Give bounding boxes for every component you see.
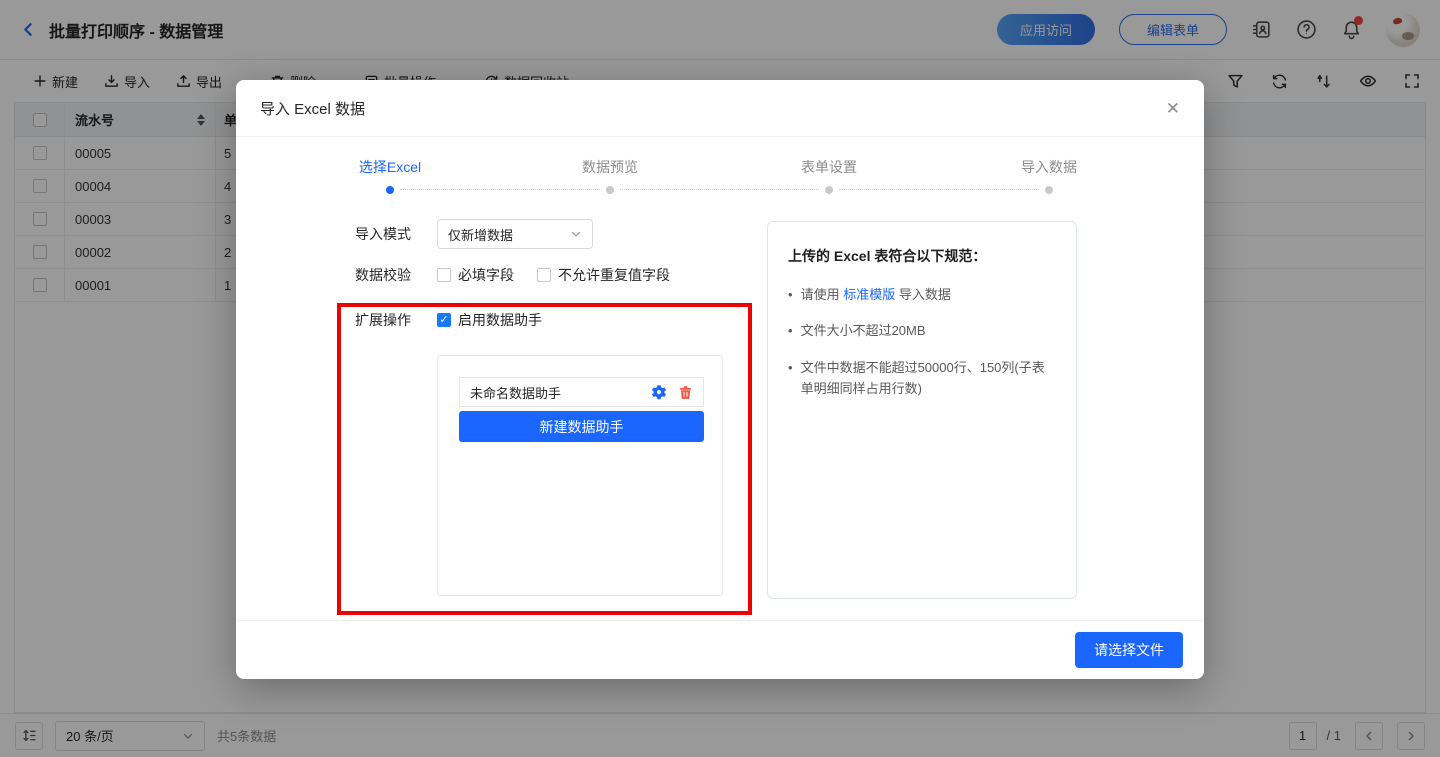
data-validation-label: 数据校验	[355, 265, 411, 285]
modal-footer: 请选择文件	[236, 620, 1204, 679]
standard-template-link[interactable]: 标准模版	[843, 287, 895, 302]
step-data-preview: 数据预览	[582, 157, 638, 177]
step-connector	[620, 189, 819, 190]
no-duplicate-checkbox[interactable]: 不允许重复值字段	[537, 265, 670, 285]
rule-item: • 文件中数据不能超过50000行、150列(子表单明细同样占用行数)	[788, 357, 1056, 400]
step-dot	[1045, 186, 1053, 194]
gear-icon[interactable]	[651, 384, 667, 400]
rule-item: • 请使用 标准模版 导入数据	[788, 284, 1056, 305]
step-connector	[839, 189, 1039, 190]
page: 批量打印顺序 - 数据管理 应用访问 编辑表单 新建 导入	[0, 0, 1440, 757]
import-excel-modal: 导入 Excel 数据 ✕ 选择Excel 数据预览 表单设置 导入数据 导入模…	[236, 80, 1204, 679]
select-file-button[interactable]: 请选择文件	[1075, 632, 1183, 668]
upload-rules-panel: 上传的 Excel 表符合以下规范： • 请使用 标准模版 导入数据 • 文件大…	[767, 221, 1077, 599]
step-connector	[400, 189, 600, 190]
assistant-name: 未命名数据助手	[470, 383, 561, 402]
rules-title: 上传的 Excel 表符合以下规范：	[788, 246, 1056, 266]
checkbox-unchecked[interactable]	[537, 268, 551, 282]
data-assistant-panel: 未命名数据助手 新建数据助手	[437, 355, 723, 596]
rule-item: • 文件大小不超过20MB	[788, 320, 1056, 341]
import-mode-label: 导入模式	[355, 219, 411, 249]
import-mode-select[interactable]: 仅新增数据	[437, 219, 593, 249]
data-assistant-item[interactable]: 未命名数据助手	[459, 377, 704, 407]
chevron-down-icon	[570, 228, 582, 240]
checkbox-checked[interactable]: ✓	[437, 313, 451, 327]
modal-header: 导入 Excel 数据 ✕	[236, 80, 1204, 137]
checkbox-unchecked[interactable]	[437, 268, 451, 282]
modal-title: 导入 Excel 数据	[260, 98, 365, 119]
extension-ops-label: 扩展操作	[355, 310, 411, 330]
enable-data-assistant-checkbox[interactable]: ✓ 启用数据助手	[437, 310, 542, 330]
delete-icon[interactable]	[678, 385, 693, 400]
step-dot-active	[386, 186, 394, 194]
required-fields-checkbox[interactable]: 必填字段	[437, 265, 514, 285]
step-dot	[606, 186, 614, 194]
step-select-excel[interactable]: 选择Excel	[359, 157, 421, 177]
create-assistant-button[interactable]: 新建数据助手	[459, 411, 704, 442]
step-import-data: 导入数据	[1021, 157, 1077, 177]
close-icon[interactable]: ✕	[1166, 100, 1180, 117]
modal-body: 选择Excel 数据预览 表单设置 导入数据 导入模式 仅新增数据 数据校验	[236, 137, 1204, 620]
step-dot	[825, 186, 833, 194]
step-form-settings: 表单设置	[801, 157, 857, 177]
